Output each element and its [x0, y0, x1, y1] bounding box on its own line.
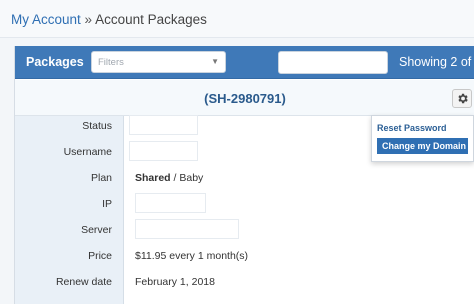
gear-icon — [458, 93, 468, 104]
server-label: Server — [81, 224, 112, 236]
ip-value — [135, 193, 206, 213]
packages-panel: Packages Filters ▼ Showing 2 of 2 (SH-29… — [14, 46, 474, 304]
breadcrumb-bar: My Account » Account Packages — [0, 0, 474, 38]
plan-value: Shared / Baby — [135, 172, 203, 184]
breadcrumb-separator: » — [84, 12, 93, 27]
packages-toolbar: Packages Filters ▼ Showing 2 of 2 — [15, 46, 474, 79]
price-label: Price — [88, 250, 112, 262]
plan-type: Shared — [135, 172, 171, 184]
label-column: Status Username Plan IP Server Price Ren… — [15, 116, 124, 304]
package-id-title: (SH-2980791) — [204, 91, 286, 106]
server-value — [135, 219, 239, 239]
plan-label: Plan — [90, 172, 112, 184]
breadcrumb-current: Account Packages — [95, 12, 207, 27]
breadcrumb: My Account » Account Packages — [11, 12, 207, 27]
renew-date-value: February 1, 2018 — [135, 276, 215, 288]
username-label: Username — [63, 146, 112, 158]
status-label: Status — [82, 120, 112, 132]
price-value: $11.95 every 1 month(s) — [135, 250, 249, 262]
breadcrumb-my-account-link[interactable]: My Account — [11, 12, 81, 27]
renew-date-label: Renew date — [55, 276, 112, 288]
filters-select[interactable]: Filters ▼ — [91, 51, 226, 73]
settings-button[interactable] — [452, 89, 472, 108]
plan-name: Baby — [179, 172, 204, 184]
ip-label: IP — [102, 198, 112, 210]
filters-placeholder: Filters — [98, 57, 124, 68]
caret-down-icon: ▼ — [211, 57, 219, 66]
change-domain-menu-item[interactable]: Change my Domain — [377, 138, 468, 154]
settings-dropdown-menu: Reset Password Change my Domain — [371, 115, 474, 162]
package-header: (SH-2980791) — [15, 80, 474, 116]
showing-count: Showing 2 of 2 — [399, 55, 474, 69]
status-value — [129, 115, 198, 135]
username-value — [129, 141, 198, 161]
search-input[interactable] — [278, 51, 388, 74]
reset-password-menu-item[interactable]: Reset Password — [377, 123, 447, 133]
toolbar-title: Packages — [26, 55, 84, 69]
